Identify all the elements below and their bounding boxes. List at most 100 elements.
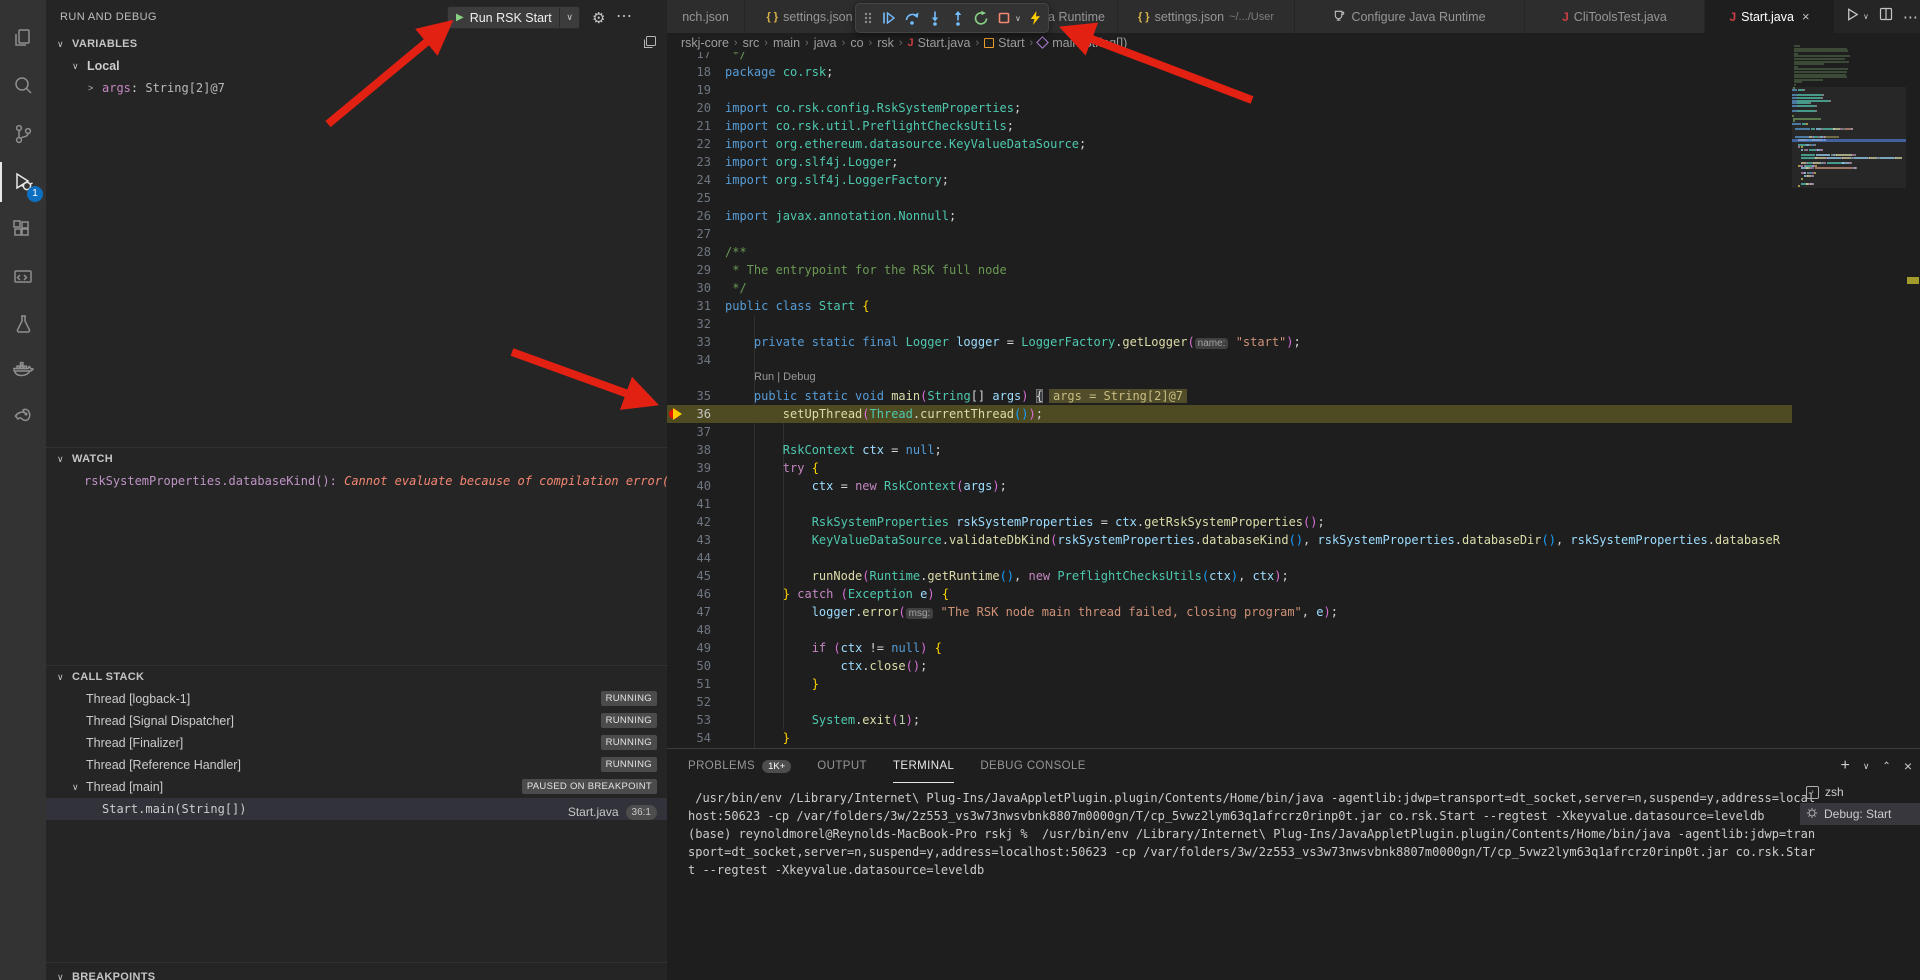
code-line-47[interactable]: 47 logger.error(msg: "The RSK node main … xyxy=(667,603,1792,621)
watch-section-header[interactable]: ∨ WATCH xyxy=(46,448,667,470)
overview-ruler[interactable] xyxy=(1906,33,1920,748)
chevron-right-icon[interactable]: > xyxy=(88,77,93,99)
code-line-29[interactable]: 29 * The entrypoint for the RSK full nod… xyxy=(667,261,1792,279)
callstack-thread-thread-logback-1[interactable]: Thread [logback-1]RUNNING xyxy=(46,688,667,710)
callstack-thread-thread-reference-handler[interactable]: Thread [Reference Handler]RUNNING xyxy=(46,754,667,776)
code-line-32[interactable]: 32 xyxy=(667,315,1792,333)
code-line-22[interactable]: 22import org.ethereum.datasource.KeyValu… xyxy=(667,135,1792,153)
close-panel-icon[interactable]: × xyxy=(1904,758,1912,774)
minimap[interactable] xyxy=(1792,45,1906,748)
tab-clitoolstest-java[interactable]: JCliToolsTest.java xyxy=(1525,0,1705,33)
run-configuration-dropdown[interactable]: ▶ Run RSK Start ∨ xyxy=(447,6,580,29)
maximize-panel-icon[interactable]: ⌃ xyxy=(1882,761,1890,772)
breadcrumb-item-start-java[interactable]: JStart.java xyxy=(908,36,971,50)
callstack-thread-thread-signal-dispatcher[interactable]: Thread [Signal Dispatcher]RUNNING xyxy=(46,710,667,732)
code-line-45[interactable]: 45 runNode(Runtime.getRuntime(), new Pre… xyxy=(667,567,1792,585)
code-line-35[interactable]: 35 public static void main(String[] args… xyxy=(667,387,1792,405)
callstack-frame-start-main-string[interactable]: Start.main(String[])Start.java36:1 xyxy=(46,798,667,820)
activity-item-testing-icon[interactable] xyxy=(0,301,46,347)
codelens-run-debug[interactable]: Run | Debug xyxy=(667,369,1792,387)
code-line-54[interactable]: 54 } xyxy=(667,729,1792,747)
breakpoints-section-header[interactable]: ∨ BREAKPOINTS xyxy=(46,966,667,980)
more-actions-icon[interactable]: ⋯ xyxy=(1903,8,1918,26)
code-line-25[interactable]: 25 xyxy=(667,189,1792,207)
code-line-38[interactable]: 38 RskContext ctx = null; xyxy=(667,441,1792,459)
code-line-18[interactable]: 18package co.rsk; xyxy=(667,63,1792,81)
tab-start-java[interactable]: JStart.java× xyxy=(1705,0,1835,33)
code-line-34[interactable]: 34 xyxy=(667,351,1792,369)
code-line-48[interactable]: 48 xyxy=(667,621,1792,639)
code-line-31[interactable]: 31public class Start { xyxy=(667,297,1792,315)
breadcrumb-item-java[interactable]: java xyxy=(814,36,837,50)
new-terminal-icon[interactable]: + xyxy=(1840,757,1849,775)
step-out-icon[interactable] xyxy=(950,10,966,26)
breadcrumb-item-rsk[interactable]: rsk xyxy=(877,36,894,50)
callstack-thread-thread-finalizer[interactable]: Thread [Finalizer]RUNNING xyxy=(46,732,667,754)
drag-handle-icon[interactable] xyxy=(862,10,874,26)
restart-icon[interactable] xyxy=(973,10,989,26)
code-line-51[interactable]: 51 } xyxy=(667,675,1792,693)
activity-item-extensions-icon[interactable] xyxy=(0,207,46,253)
breadcrumb-item-co[interactable]: co xyxy=(850,36,863,50)
step-into-icon[interactable] xyxy=(927,10,943,26)
variables-scope-local[interactable]: ∨ Local xyxy=(46,55,667,77)
activity-item-remote-explorer-icon[interactable] xyxy=(0,255,46,301)
gear-icon[interactable]: ⚙ xyxy=(592,9,605,27)
code-line-30[interactable]: 30 */ xyxy=(667,279,1792,297)
split-editor-icon[interactable] xyxy=(1879,7,1893,26)
terminal-dropdown-icon[interactable]: ∨ xyxy=(1863,761,1870,772)
breadcrumb-item-main[interactable]: main xyxy=(773,36,800,50)
close-icon[interactable]: × xyxy=(1802,9,1810,24)
activity-item-gradle-icon[interactable] xyxy=(0,394,46,440)
activity-item-explorer-icon[interactable] xyxy=(0,15,46,61)
activity-item-run-and-debug-icon[interactable]: 1 xyxy=(0,159,46,205)
more-actions-icon[interactable]: ⋯ xyxy=(616,6,632,26)
code-line-33[interactable]: 33 private static final Logger logger = … xyxy=(667,333,1792,351)
panel-tab-problems[interactable]: PROBLEMS1K+ xyxy=(688,749,791,783)
chevron-down-icon[interactable]: ∨ xyxy=(559,8,573,27)
code-editor[interactable]: 17 */18package co.rsk;1920import co.rsk.… xyxy=(667,45,1792,748)
variables-section-header[interactable]: ∨ VARIABLES xyxy=(46,33,667,55)
tab-settings-json-user[interactable]: { }settings.json~/.../User xyxy=(1118,0,1295,33)
run-dropdown-chevron-icon[interactable]: ∨ xyxy=(1863,12,1869,21)
code-line-46[interactable]: 46 } catch (Exception e) { xyxy=(667,585,1792,603)
code-line-42[interactable]: 42 RskSystemProperties rskSystemProperti… xyxy=(667,513,1792,531)
panel-tab-debug-console[interactable]: DEBUG CONSOLE xyxy=(980,749,1086,783)
activity-item-search-icon[interactable] xyxy=(0,63,46,109)
terminal-output[interactable]: /usr/bin/env /Library/Internet\ Plug-Ins… xyxy=(688,789,1798,879)
panel-tab-terminal[interactable]: TERMINAL xyxy=(893,749,954,783)
code-line-40[interactable]: 40 ctx = new RskContext(args); xyxy=(667,477,1792,495)
stop-chevron-icon[interactable]: ∨ xyxy=(1015,14,1021,23)
code-line-28[interactable]: 28/** xyxy=(667,243,1792,261)
activity-item-docker-icon[interactable] xyxy=(0,347,46,393)
panel-tab-output[interactable]: OUTPUT xyxy=(817,749,867,783)
breakpoint-current-frame-icon[interactable] xyxy=(669,407,685,421)
callstack-thread-thread-main[interactable]: ∨Thread [main]PAUSED ON BREAKPOINT xyxy=(46,776,667,798)
code-line-27[interactable]: 27 xyxy=(667,225,1792,243)
breadcrumb-item-start[interactable]: Start xyxy=(984,36,1024,50)
hot-code-replace-icon[interactable] xyxy=(1028,10,1042,26)
code-line-19[interactable]: 19 xyxy=(667,81,1792,99)
code-line-20[interactable]: 20import co.rsk.config.RskSystemProperti… xyxy=(667,99,1792,117)
terminal-item-zsh[interactable]: ›zsh xyxy=(1800,781,1920,803)
call-stack-section-header[interactable]: ∨ CALL STACK xyxy=(46,666,667,688)
code-line-21[interactable]: 21import co.rsk.util.PreflightChecksUtil… xyxy=(667,117,1792,135)
run-java-icon[interactable] xyxy=(1845,7,1860,27)
minimap-slider[interactable] xyxy=(1792,87,1906,188)
code-line-41[interactable]: 41 xyxy=(667,495,1792,513)
code-line-37[interactable]: 37 xyxy=(667,423,1792,441)
code-line-53[interactable]: 53 System.exit(1); xyxy=(667,711,1792,729)
activity-item-source-control-icon[interactable] xyxy=(0,111,46,157)
watch-expression[interactable]: rskSystemProperties.databaseKind(): Cann… xyxy=(46,470,667,492)
code-line-52[interactable]: 52 xyxy=(667,693,1792,711)
code-line-43[interactable]: 43 KeyValueDataSource.validateDbKind(rsk… xyxy=(667,531,1792,549)
continue-icon[interactable] xyxy=(881,10,897,26)
tab-nch-json[interactable]: nch.json xyxy=(667,0,745,33)
tab-configure-java-runtime[interactable]: Configure Java Runtime xyxy=(1295,0,1525,33)
breadcrumb-item-src[interactable]: src xyxy=(743,36,760,50)
code-line-39[interactable]: 39 try { xyxy=(667,459,1792,477)
code-line-49[interactable]: 49 if (ctx != null) { xyxy=(667,639,1792,657)
code-line-24[interactable]: 24import org.slf4j.LoggerFactory; xyxy=(667,171,1792,189)
breadcrumb-item-rskj-core[interactable]: rskj-core xyxy=(681,36,729,50)
step-over-icon[interactable] xyxy=(904,10,920,26)
